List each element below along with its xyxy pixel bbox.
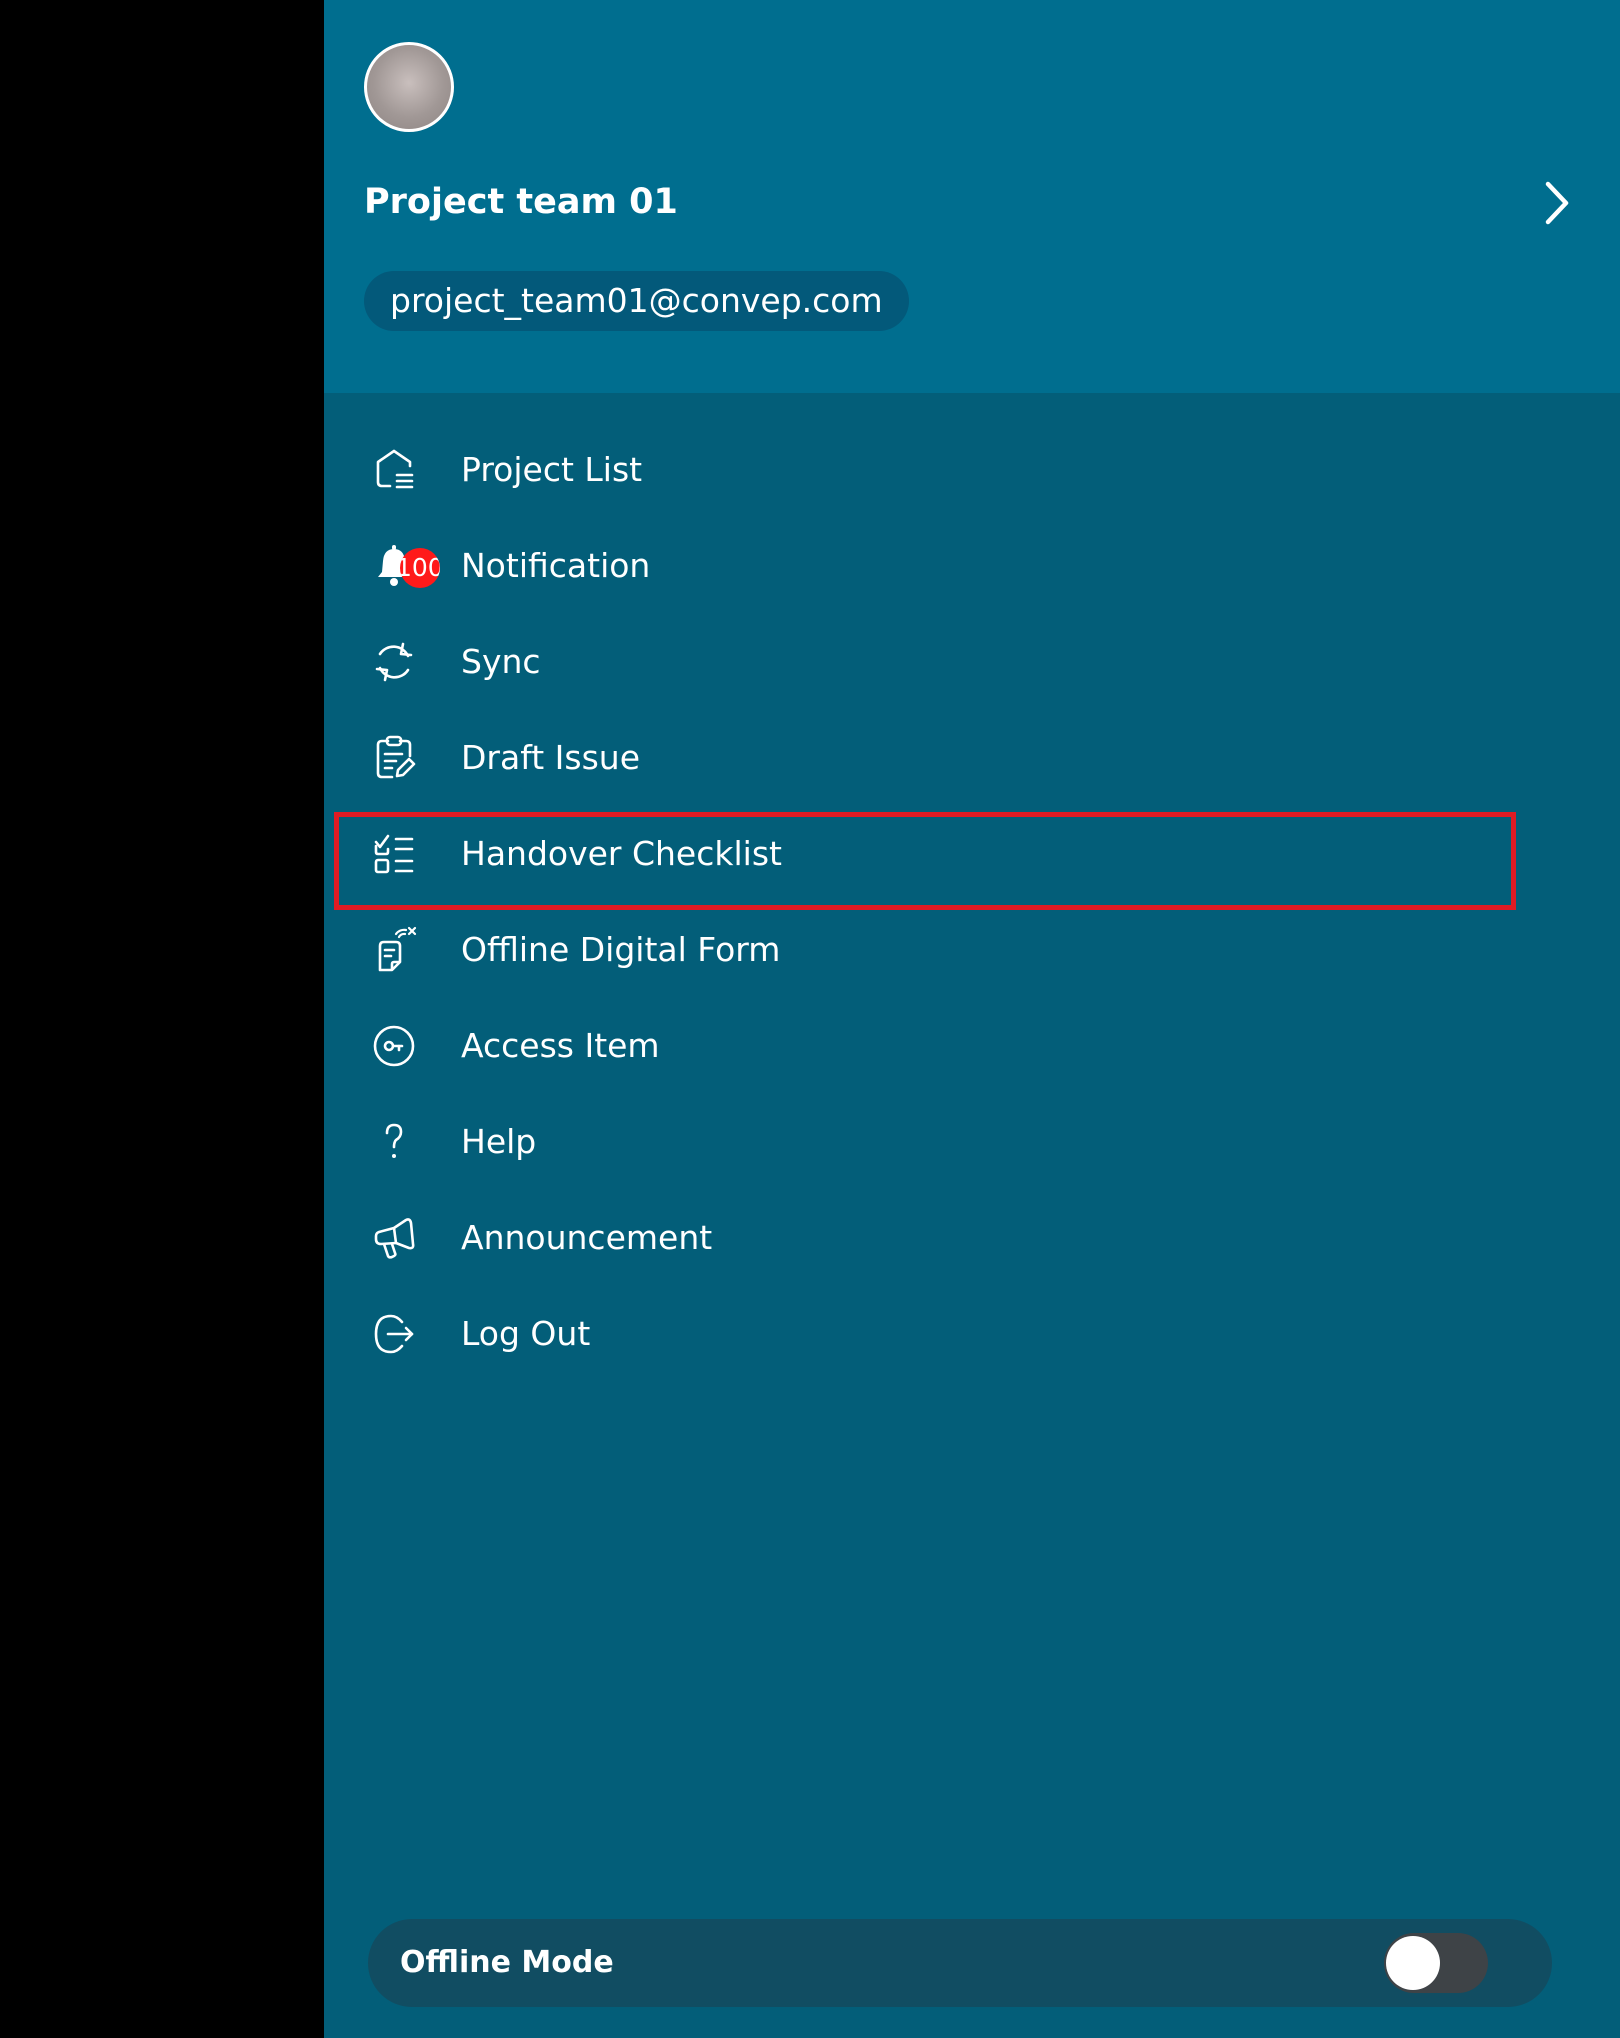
logout-icon [374, 1314, 414, 1354]
profile-email: project_team01@convep.com [364, 271, 909, 331]
toggle-knob [1386, 1936, 1440, 1990]
sync-icon [375, 642, 413, 682]
project-list-icon [376, 449, 414, 489]
profile-header[interactable]: Project team 01 project_team01@convep.co… [324, 0, 1620, 393]
menu-item-draft-issue[interactable]: Draft Issue [336, 712, 1506, 804]
menu-item-label: Notification [461, 546, 651, 585]
menu-item-log-out[interactable]: Log Out [336, 1288, 1506, 1380]
offline-mode-toggle[interactable] [1384, 1933, 1488, 1993]
menu-item-label: Draft Issue [461, 738, 641, 777]
menu-item-project-list[interactable]: Project List [336, 424, 1506, 516]
menu-item-label: Log Out [461, 1314, 591, 1353]
menu-item-label: Announcement [461, 1218, 713, 1257]
menu-item-sync[interactable]: Sync [336, 616, 1506, 708]
menu-item-notification[interactable]: 100 Notification [336, 520, 1506, 612]
menu-item-label: Access Item [461, 1026, 660, 1065]
menu-item-announcement[interactable]: Announcement [336, 1192, 1506, 1284]
draft-issue-icon [376, 735, 416, 779]
menu-item-label: Project List [461, 450, 643, 489]
offline-form-icon [378, 926, 417, 972]
menu-item-handover-checklist[interactable]: Handover Checklist [336, 808, 1506, 900]
navigation-drawer: Project team 01 project_team01@convep.co… [324, 0, 1620, 2038]
avatar[interactable] [364, 42, 454, 132]
megaphone-icon [374, 1218, 415, 1259]
offline-mode-label: Offline Mode [400, 1945, 614, 1980]
bell-icon [378, 545, 410, 586]
menu-item-help[interactable]: Help [336, 1096, 1506, 1188]
menu-item-label: Offline Digital Form [461, 930, 781, 969]
offline-mode-bar: Offline Mode [368, 1919, 1552, 2007]
chevron-right-icon[interactable] [1536, 178, 1580, 228]
menu-item-label: Handover Checklist [461, 834, 782, 873]
drawer-scrim[interactable] [0, 0, 324, 2038]
help-icon [385, 1123, 403, 1158]
access-item-icon [373, 1025, 415, 1067]
profile-name: Project team 01 [364, 182, 678, 222]
menu-item-offline-digital-form[interactable]: Offline Digital Form [336, 904, 1506, 996]
checklist-icon [374, 834, 414, 874]
menu-item-label: Help [461, 1122, 537, 1161]
menu-item-access-item[interactable]: Access Item [336, 1000, 1506, 1092]
menu-item-label: Sync [461, 642, 541, 681]
